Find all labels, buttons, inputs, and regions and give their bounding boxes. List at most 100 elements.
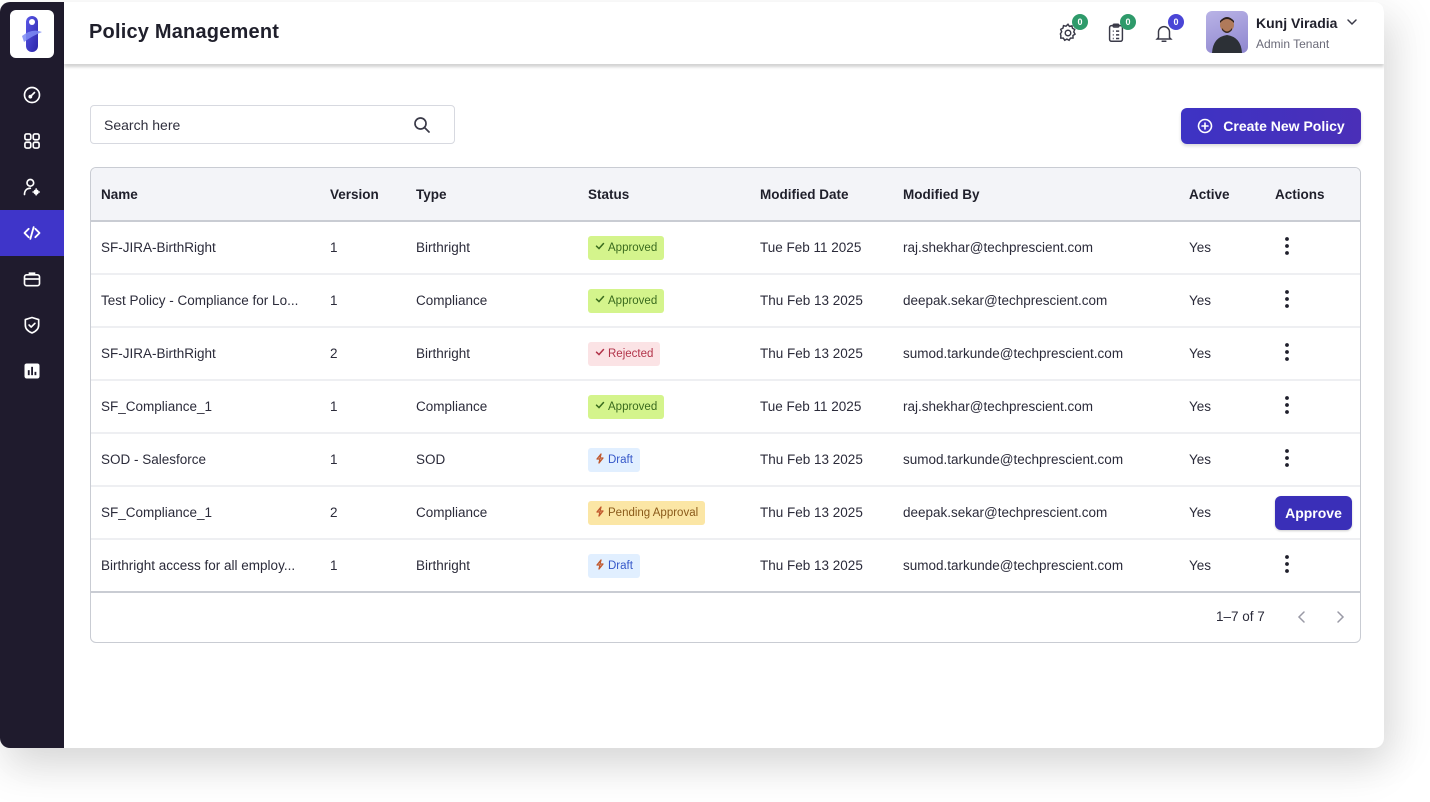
row-actions-menu[interactable] <box>1277 341 1297 363</box>
sidebar-item-workspace[interactable] <box>0 256 64 302</box>
page-title: Policy Management <box>89 21 280 43</box>
user-role: Admin Tenant <box>1256 37 1330 51</box>
create-new-policy-button[interactable]: Create New Policy <box>1181 108 1361 144</box>
row-actions-menu[interactable] <box>1277 447 1297 469</box>
column-header-name[interactable]: Name <box>91 168 320 221</box>
cell-name: Birthright access for all employ... <box>101 558 296 573</box>
status-label: Approved <box>608 400 658 413</box>
column-header-active[interactable]: Active <box>1179 168 1265 221</box>
cell-active: Yes <box>1189 505 1212 520</box>
status-badge: Pending Approval <box>588 500 706 525</box>
tasks-badge: 0 <box>1120 14 1136 30</box>
table-row[interactable]: Test Policy - Compliance for Lo... 1 Compl… <box>91 274 1360 327</box>
check-icon <box>595 294 605 307</box>
previous-page-button[interactable] <box>1294 608 1310 626</box>
status-label: Approved <box>608 294 658 307</box>
cell-name: SF_Compliance_1 <box>101 399 213 414</box>
column-header-modified-by[interactable]: Modified By <box>893 168 1179 221</box>
create-new-policy-label: Create New Policy <box>1223 118 1345 134</box>
table-row[interactable]: SF_Compliance_1 2 Compliance Pending Approv… <box>91 486 1360 539</box>
row-actions-menu[interactable] <box>1277 288 1297 310</box>
cell-version: 1 <box>330 240 338 255</box>
cell-modified-date: Tue Feb 11 2025 <box>760 240 862 255</box>
cell-modified-by: raj.shekhar@techprescient.com <box>903 240 1094 255</box>
logo-icon <box>22 16 42 52</box>
table-row[interactable]: SF-JIRA-BirthRight 2 Birthright Rejected Thu… <box>91 327 1360 380</box>
column-header-type[interactable]: Type <box>406 168 578 221</box>
cell-status: Approved <box>578 221 750 274</box>
row-actions-menu[interactable] <box>1277 235 1297 257</box>
app-logo[interactable] <box>10 10 54 58</box>
cell-type: SOD <box>416 452 446 467</box>
table-row[interactable]: Birthright access for all employ... 1 Birt… <box>91 539 1360 592</box>
cell-version: 2 <box>330 505 338 520</box>
cell-active: Yes <box>1189 558 1212 573</box>
check-icon <box>595 347 605 360</box>
table-row[interactable]: SOD - Salesforce 1 SOD Draft Thu Feb 13 2025… <box>91 433 1360 486</box>
cell-modified-date: Thu Feb 13 2025 <box>760 346 863 361</box>
briefcase-icon <box>23 272 41 287</box>
cell-modified-date: Thu Feb 13 2025 <box>760 452 863 467</box>
check-icon <box>595 400 605 413</box>
status-badge: Approved <box>588 394 665 419</box>
column-header-modified-date[interactable]: Modified Date <box>750 168 893 221</box>
settings-badge: 0 <box>1072 14 1088 30</box>
search-icon[interactable] <box>412 115 432 135</box>
column-header-status[interactable]: Status <box>578 168 750 221</box>
user-menu-toggle[interactable] <box>1345 15 1359 29</box>
approve-button[interactable]: Approve <box>1275 495 1352 530</box>
sidebar-item-policies[interactable] <box>0 210 64 256</box>
cell-status: Draft <box>578 433 750 486</box>
table-row[interactable]: SF_Compliance_1 1 Compliance Approved Tue Fe… <box>91 380 1360 433</box>
notifications-button[interactable]: 0 <box>1153 14 1184 44</box>
cell-type: Compliance <box>416 505 488 520</box>
cell-actions <box>1265 327 1360 380</box>
table-header-row: Name Version Type Status Modified Date M… <box>91 168 1360 221</box>
cell-modified-by: sumod.tarkunde@techprescient.com <box>903 558 1124 573</box>
gauge-icon <box>23 86 41 104</box>
sidebar-item-dashboard[interactable] <box>0 72 64 118</box>
sidebar-item-applications[interactable] <box>0 118 64 164</box>
cell-version: 1 <box>330 452 338 467</box>
cell-modified-date: Thu Feb 13 2025 <box>760 293 863 308</box>
tasks-button[interactable]: 0 <box>1105 14 1136 44</box>
row-actions-menu[interactable] <box>1277 553 1297 575</box>
sidebar-item-reports[interactable] <box>0 348 64 394</box>
cell-active: Yes <box>1189 452 1212 467</box>
more-vertical-icon <box>1285 237 1289 255</box>
cell-actions <box>1265 433 1360 486</box>
cell-modified-by: deepak.sekar@techprescient.com <box>903 505 1108 520</box>
chevron-down-icon <box>1347 19 1357 26</box>
column-header-actions: Actions <box>1275 186 1325 202</box>
sidebar-item-security[interactable] <box>0 302 64 348</box>
cell-type: Compliance <box>416 399 488 414</box>
status-badge: Rejected <box>588 341 661 366</box>
shield-check-icon <box>24 316 40 334</box>
avatar[interactable] <box>1206 11 1248 53</box>
more-vertical-icon <box>1285 290 1289 308</box>
more-vertical-icon <box>1285 555 1289 573</box>
row-actions-menu[interactable] <box>1277 394 1297 416</box>
plus-circle-icon <box>1197 118 1213 134</box>
cell-type: Birthright <box>416 346 471 361</box>
notifications-badge: 0 <box>1168 14 1184 30</box>
cell-active: Yes <box>1189 293 1212 308</box>
next-page-button[interactable] <box>1332 608 1348 626</box>
table-row[interactable]: SF-JIRA-BirthRight 1 Birthright Approved Tue… <box>91 221 1360 274</box>
cell-modified-by: sumod.tarkunde@techprescient.com <box>903 346 1124 361</box>
settings-button[interactable]: 0 <box>1057 14 1088 44</box>
chevron-right-icon <box>1337 611 1345 623</box>
search-input[interactable] <box>91 106 391 143</box>
check-icon <box>595 241 605 254</box>
user-name[interactable]: Kunj Viradia <box>1256 15 1337 31</box>
cell-modified-date: Thu Feb 13 2025 <box>760 505 863 520</box>
cell-status: Rejected <box>578 327 750 380</box>
column-header-version[interactable]: Version <box>320 168 406 221</box>
cell-name: SF-JIRA-BirthRight <box>101 240 216 255</box>
user-gear-icon <box>23 178 40 196</box>
cell-version: 2 <box>330 346 338 361</box>
bolt-icon <box>595 505 605 520</box>
sidebar-item-user-settings[interactable] <box>0 164 64 210</box>
status-label: Draft <box>608 453 633 466</box>
cell-status: Approved <box>578 380 750 433</box>
